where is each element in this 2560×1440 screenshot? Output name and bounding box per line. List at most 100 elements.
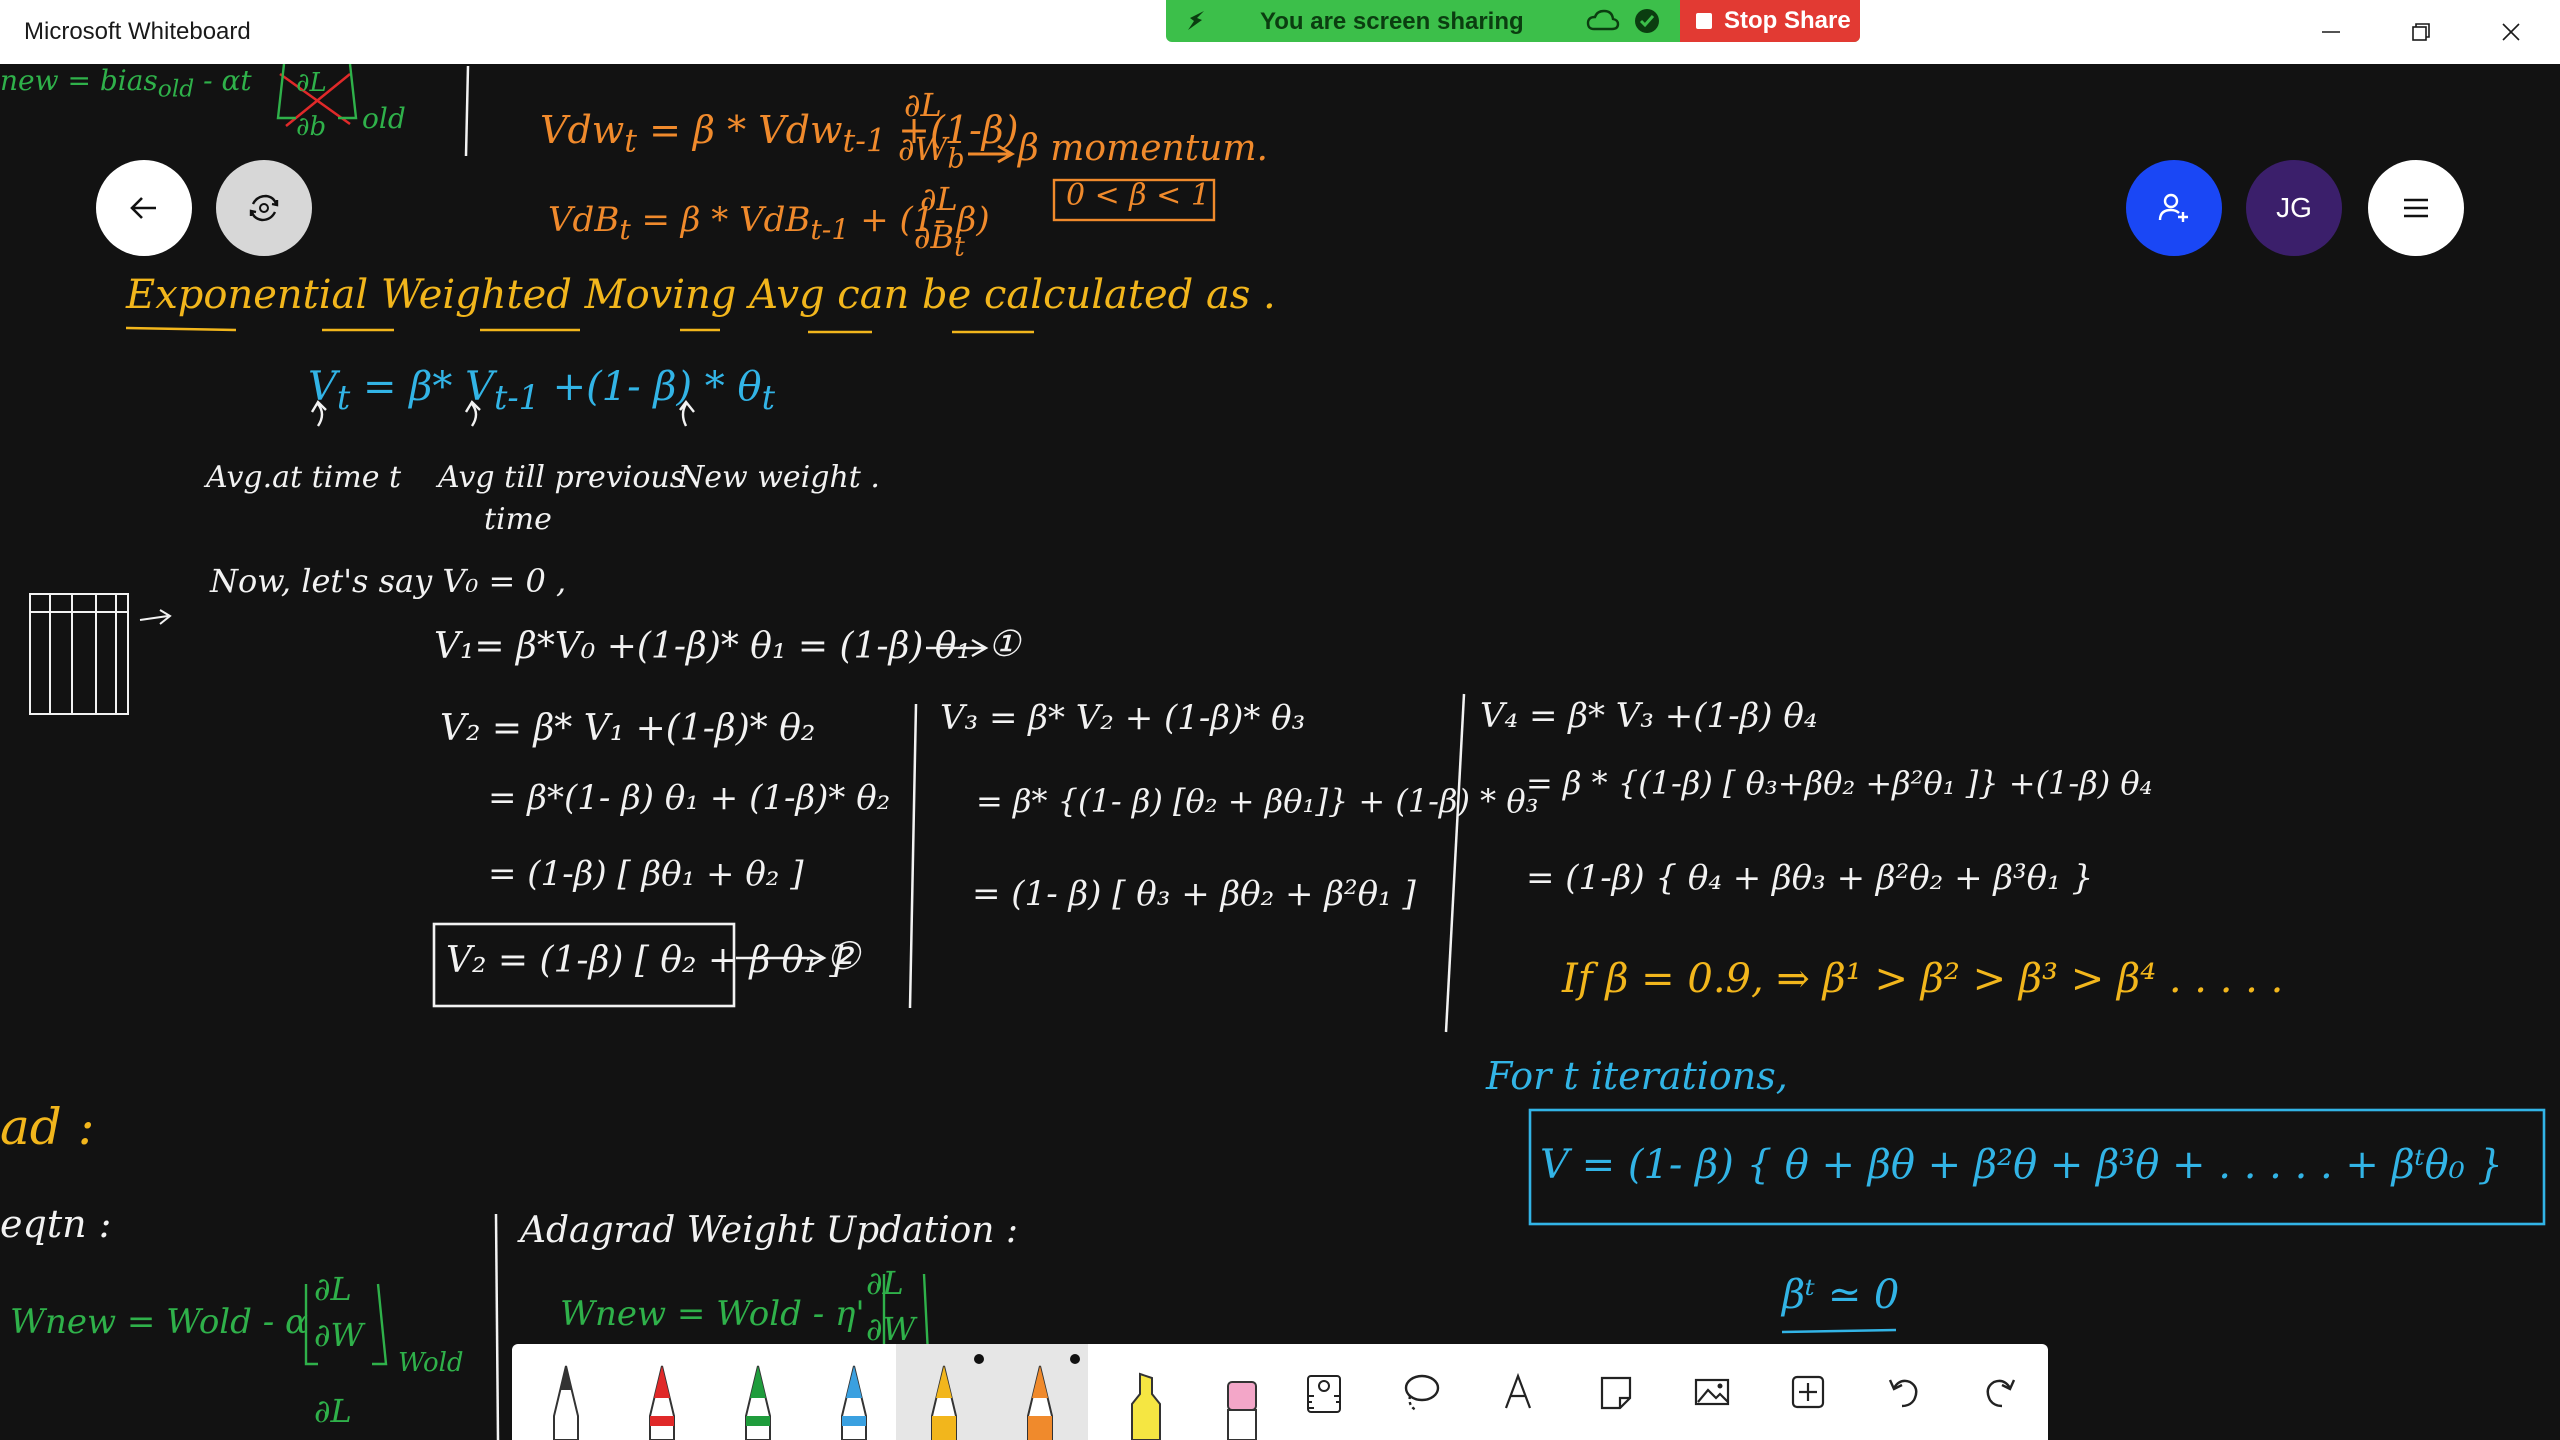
note-button[interactable] [1576, 1344, 1656, 1440]
beta-inequality: If β = 0.9, ⇒ β¹ > β² > β³ > β⁴ . . . . … [1562, 956, 2284, 1002]
adagrad-frac-den: ∂W [866, 1310, 916, 1348]
invite-button[interactable] [2126, 160, 2222, 256]
v2-boxed: V₂ = (1-β) [ θ₂ + β θ₁ ] [446, 940, 844, 981]
formula-lhs-sub: t [336, 378, 351, 417]
lasso-button[interactable] [1382, 1344, 1462, 1440]
back-button[interactable] [96, 160, 192, 256]
vdw-frac-den: ∂Wb [898, 130, 965, 174]
v2-line-3: = (1-β) [ βθ₁ + θ₂ ] [488, 854, 804, 894]
bias-new-text: new = bias [0, 64, 158, 97]
bottom-frac-num: ∂L [314, 1392, 352, 1430]
vdw-frac-num: ∂L [904, 86, 942, 124]
stop-share-label: Stop Share [1724, 7, 1851, 34]
bias-old-sub: old [157, 74, 195, 103]
section-ad: ad : [0, 1098, 95, 1156]
pen-orange[interactable] [992, 1344, 1088, 1440]
weight-frac-den: ∂W [314, 1316, 364, 1354]
ruler-button[interactable] [1284, 1344, 1364, 1440]
pen-yellow-selected-dot [974, 1354, 984, 1364]
momentum-label: β momentum. [1018, 128, 1268, 169]
v2-ref: ② [826, 934, 861, 978]
bias-frac-old: old [362, 102, 406, 135]
weight-old-sub: Wold [398, 1348, 464, 1378]
vdb-lhs-sub: t [619, 212, 631, 246]
minimize-icon [2322, 31, 2340, 33]
pen-white[interactable] [522, 1344, 610, 1440]
vdb-lhs: VdB [548, 200, 620, 240]
v4-line-2: = β * {(1-β) [ θ₃+βθ₂ +β²θ₁ ]} +(1-β) θ₄ [1526, 764, 2153, 802]
vdw-lhs-sub: t [624, 123, 638, 160]
restore-button[interactable] [2386, 10, 2456, 54]
undo-icon [1888, 1379, 1918, 1408]
ruler-icon [1307, 1375, 1341, 1413]
pen-blue-icon [841, 1365, 867, 1440]
vdb-frac-num: ∂L [920, 180, 958, 218]
shield-check-icon[interactable] [1634, 7, 1660, 35]
ewma-formula: Vt = β* Vt-1 +(1- β) * θt [308, 364, 775, 417]
redo-button[interactable] [1960, 1344, 2040, 1440]
pen-blue[interactable] [810, 1344, 898, 1440]
weight-update-text: new = Wold - α [44, 1302, 308, 1342]
eraser-icon [1227, 1381, 1257, 1440]
add-button[interactable] [1768, 1344, 1848, 1440]
vdw-rhs-sub: t-1 [842, 123, 887, 160]
cloud-icon[interactable] [1586, 8, 1620, 34]
ewma-title: Exponential Weighted Moving Avg can be c… [126, 272, 1276, 318]
close-button[interactable] [2476, 10, 2546, 54]
pen-green[interactable] [714, 1344, 802, 1440]
adagrad-frac-num: ∂L [866, 1264, 904, 1302]
adagrad-title: Adagrad Weight Updation : [520, 1210, 1019, 1251]
formula-rhs: = β* V [363, 364, 494, 410]
highlighter[interactable] [1102, 1344, 1190, 1440]
v3-line-3: = (1- β) [ θ₃ + βθ₂ + β²θ₁ ] [972, 874, 1416, 914]
image-button[interactable] [1672, 1344, 1752, 1440]
redo-icon [1986, 1379, 2016, 1408]
adagrad-equation: Wnew = Wold - η' [560, 1294, 865, 1334]
share-arrow-icon [1188, 11, 1204, 30]
add-person-icon [2158, 193, 2188, 222]
text-button[interactable] [1478, 1344, 1558, 1440]
v1-equation: V₁= β*V₀ +(1-β)* θ₁ = (1-β) θ₁ [434, 626, 971, 667]
pen-yellow[interactable] [896, 1344, 992, 1440]
note-icon [1600, 1376, 1632, 1410]
add-icon [1791, 1375, 1825, 1409]
avatar-initials: JG [2276, 192, 2312, 223]
back-arrow-icon [130, 197, 156, 219]
v1-ref: ① [988, 624, 1021, 665]
for-t-iterations: For t iterations, [1486, 1054, 1788, 1098]
v4-line-3: = (1-β) { θ₄ + βθ₃ + β²θ₂ + β³θ₁ } [1526, 858, 2094, 898]
label-avg-prev: Avg till previous [438, 460, 686, 495]
vdb-frac-den-text: ∂B [914, 218, 955, 256]
v2-line-2: = β*(1- β) θ₁ + (1-β)* θ₂ [488, 778, 891, 818]
pen-red[interactable] [618, 1344, 706, 1440]
vdb-frac-den: ∂Bt [914, 218, 965, 262]
label-avg-prev-time: time [484, 502, 552, 537]
restore-icon [2412, 23, 2430, 41]
bias-update-fragment: new = biasold - αt [0, 64, 252, 103]
image-icon [1694, 1378, 1730, 1406]
user-avatar[interactable]: JG [2246, 160, 2342, 256]
formula-rhs-sub: t-1 [493, 378, 540, 417]
formula-lhs: V [308, 364, 337, 410]
weight-frac-num: ∂L [314, 1270, 352, 1308]
view-refresh-icon [249, 194, 279, 222]
now-line: Now, let's say V₀ = 0 , [210, 562, 567, 600]
stop-share-button[interactable]: Stop Share [1680, 0, 1860, 42]
close-icon [2502, 23, 2520, 41]
menu-button[interactable] [2368, 160, 2464, 256]
minimize-button[interactable] [2296, 10, 2366, 54]
pen-green-icon [745, 1365, 771, 1440]
vdw-lhs: Vdw [540, 108, 625, 152]
undo-button[interactable] [1864, 1344, 1944, 1440]
pen-yellow-icon [931, 1365, 957, 1440]
whiteboard-canvas[interactable]: new = biasold - αt ∂L ∂b old Vdwt = β * … [0, 64, 2560, 1440]
vdb-rhs: = β * VdB [641, 200, 811, 240]
v3-line-2: = β* {(1- β) [θ₂ + βθ₁]} + (1-β) * θ₃ [976, 782, 1539, 820]
vdw-frac-den-text: ∂W [898, 130, 948, 168]
eraser[interactable] [1198, 1344, 1286, 1440]
bias-alpha-text: - αt [203, 64, 252, 97]
pen-orange-selected-dot [1070, 1354, 1080, 1364]
vdb-rhs-sub: t-1 [810, 212, 850, 246]
app-title: Microsoft Whiteboard [24, 18, 251, 45]
fit-to-screen-button[interactable] [216, 160, 312, 256]
